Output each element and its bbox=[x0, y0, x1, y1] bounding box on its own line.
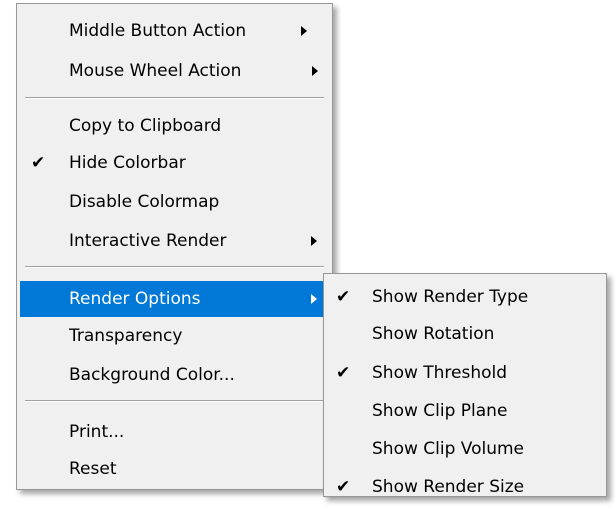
menu-separator bbox=[25, 97, 324, 99]
render-options-submenu: ✔ Show Render Type Show Rotation ✔ Show … bbox=[323, 273, 607, 497]
menu-item-label: Disable Colormap bbox=[69, 192, 220, 212]
menu-item-print[interactable]: Print... bbox=[20, 414, 329, 450]
menu-item-label: Background Color... bbox=[69, 365, 235, 385]
submenu-arrow-icon bbox=[301, 26, 307, 36]
menu-item-render-options[interactable]: Render Options bbox=[20, 281, 329, 317]
check-mark-icon: ✔ bbox=[336, 287, 351, 307]
submenu-item-show-threshold[interactable]: ✔ Show Threshold bbox=[327, 355, 603, 391]
menu-item-hide-colorbar[interactable]: ✔ Hide Colorbar bbox=[20, 145, 329, 181]
menu-item-copy-to-clipboard[interactable]: Copy to Clipboard bbox=[20, 108, 329, 144]
menu-item-label: Hide Colorbar bbox=[69, 153, 186, 173]
menu-item-label: Render Options bbox=[69, 289, 201, 309]
submenu-arrow-icon bbox=[311, 294, 317, 304]
menu-item-label: Show Rotation bbox=[372, 324, 495, 344]
menu-separator bbox=[25, 266, 324, 268]
menu-item-label: Show Clip Volume bbox=[372, 439, 525, 459]
menu-item-label: Show Render Type bbox=[372, 287, 529, 307]
check-mark-icon: ✔ bbox=[336, 363, 351, 383]
menu-item-label: Copy to Clipboard bbox=[69, 116, 222, 136]
submenu-arrow-icon bbox=[311, 236, 317, 246]
submenu-item-show-rotation[interactable]: Show Rotation bbox=[327, 316, 603, 352]
menu-item-reset[interactable]: Reset bbox=[20, 451, 329, 487]
submenu-item-show-clip-volume[interactable]: Show Clip Volume bbox=[327, 431, 603, 467]
menu-item-label: Mouse Wheel Action bbox=[69, 61, 242, 81]
menu-item-disable-colormap[interactable]: Disable Colormap bbox=[20, 184, 329, 220]
menu-item-label: Interactive Render bbox=[69, 231, 227, 251]
menu-item-label: Show Threshold bbox=[372, 363, 508, 383]
menu-item-interactive-render[interactable]: Interactive Render bbox=[20, 223, 329, 259]
submenu-arrow-icon bbox=[312, 66, 318, 76]
menu-item-label: Middle Button Action bbox=[69, 21, 247, 41]
menu-item-label: Show Render Size bbox=[372, 477, 525, 497]
submenu-item-show-render-type[interactable]: ✔ Show Render Type bbox=[327, 279, 603, 315]
menu-item-label: Print... bbox=[69, 422, 125, 442]
submenu-item-show-render-size[interactable]: ✔ Show Render Size bbox=[327, 469, 603, 505]
menu-item-background-color[interactable]: Background Color... bbox=[20, 357, 329, 393]
menu-separator bbox=[25, 400, 324, 402]
menu-item-transparency[interactable]: Transparency bbox=[20, 318, 329, 354]
menu-item-label: Transparency bbox=[69, 326, 183, 346]
context-menu: Middle Button Action Mouse Wheel Action … bbox=[16, 3, 333, 490]
menu-item-label: Reset bbox=[69, 459, 117, 479]
check-mark-icon: ✔ bbox=[336, 477, 351, 497]
menu-item-middle-button-action[interactable]: Middle Button Action bbox=[20, 13, 329, 49]
menu-item-mouse-wheel-action[interactable]: Mouse Wheel Action bbox=[20, 53, 329, 89]
menu-item-label: Show Clip Plane bbox=[372, 401, 508, 421]
submenu-item-show-clip-plane[interactable]: Show Clip Plane bbox=[327, 393, 603, 429]
check-mark-icon: ✔ bbox=[31, 153, 46, 173]
